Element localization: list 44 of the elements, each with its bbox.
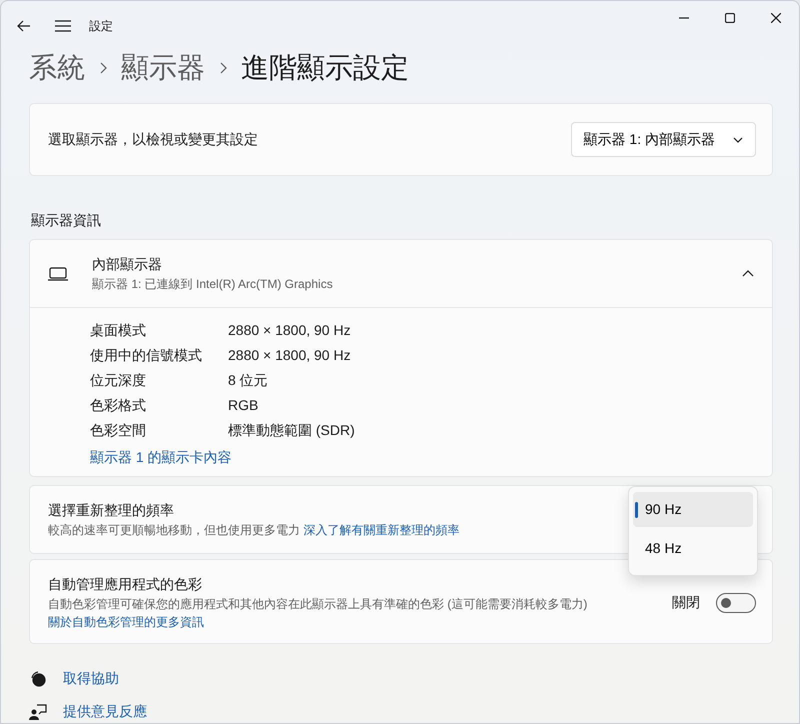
chevron-icon[interactable]: [742, 270, 754, 277]
info-label: 色彩格式: [90, 396, 147, 415]
selection-indicator: [635, 502, 638, 518]
more-info-link[interactable]: 關於自動色彩管理的更多資訊: [48, 615, 204, 629]
back-arrow-icon: [17, 20, 31, 32]
section-heading: 顯示器資訊: [30, 211, 102, 230]
info-label: 使用中的信號模式: [90, 346, 203, 365]
expander-header[interactable]: 內部顯示器 顯示器 1: 已連線到 Intel(R) Arc(TM) Graphics: [30, 240, 772, 308]
info-value: 標準動態範圍 (SDR): [228, 421, 355, 440]
info-label: 色彩空間: [90, 421, 147, 440]
display-name: 內部顯示器: [92, 255, 163, 274]
maximize-icon: [725, 13, 735, 23]
adapter-properties-link[interactable]: 顯示器 1 的顯示卡內容: [90, 447, 232, 468]
chevron-icon: [219, 62, 227, 74]
page-title: 進階顯示設定: [241, 51, 409, 85]
toggle-switch[interactable]: [716, 592, 756, 612]
menu-icon: [55, 20, 71, 32]
setting-description: 較高的速率可更順暢地移動，但也使用更多電力: [48, 523, 300, 537]
breadcrumb-link[interactable]: 顯示器: [121, 47, 205, 89]
info-value: 8 位元: [228, 371, 268, 390]
info-label: 桌面模式: [90, 321, 147, 340]
laptop-icon: [48, 266, 68, 280]
close-icon: [771, 13, 781, 23]
setting-label: 選取顯示器，以檢視或變更其設定: [48, 130, 258, 149]
window-title: 設定: [89, 18, 113, 35]
display-dropdown[interactable]: 顯示器 1: 內部顯示器: [570, 122, 756, 157]
feedback-icon: [29, 702, 47, 720]
dropdown-option[interactable]: 48 Hz: [633, 531, 753, 566]
learn-more-link[interactable]: 深入了解有關重新整理的頻率: [303, 523, 460, 537]
footer-link[interactable]: 取得協助: [29, 668, 771, 689]
info-value: 2880 × 1800, 90 Hz: [228, 321, 351, 340]
display-subtitle: 顯示器 1: 已連線到 Intel(R) Arc(TM) Graphics: [92, 276, 333, 293]
info-value: RGB: [228, 396, 258, 415]
info-value: 2880 × 1800, 90 Hz: [228, 346, 351, 365]
info-label: 位元深度: [90, 371, 147, 390]
dropdown-option[interactable]: 90 Hz: [633, 492, 753, 527]
footer-link[interactable]: 提供意見反應: [29, 701, 771, 722]
breadcrumb-link[interactable]: 系統: [29, 47, 85, 89]
setting-title: 自動管理應用程式的色彩: [48, 575, 203, 594]
toggle-state-label: 關閉: [672, 593, 700, 612]
setting-title: 選擇重新整理的頻率: [48, 501, 174, 520]
setting-description: 自動色彩管理可確保您的應用程式和其他內容在此顯示器上具有準確的色彩 (這可能需要消耗較多電力): [48, 597, 588, 611]
chevron-down-icon: [733, 136, 743, 142]
chevron-icon: [99, 62, 107, 74]
